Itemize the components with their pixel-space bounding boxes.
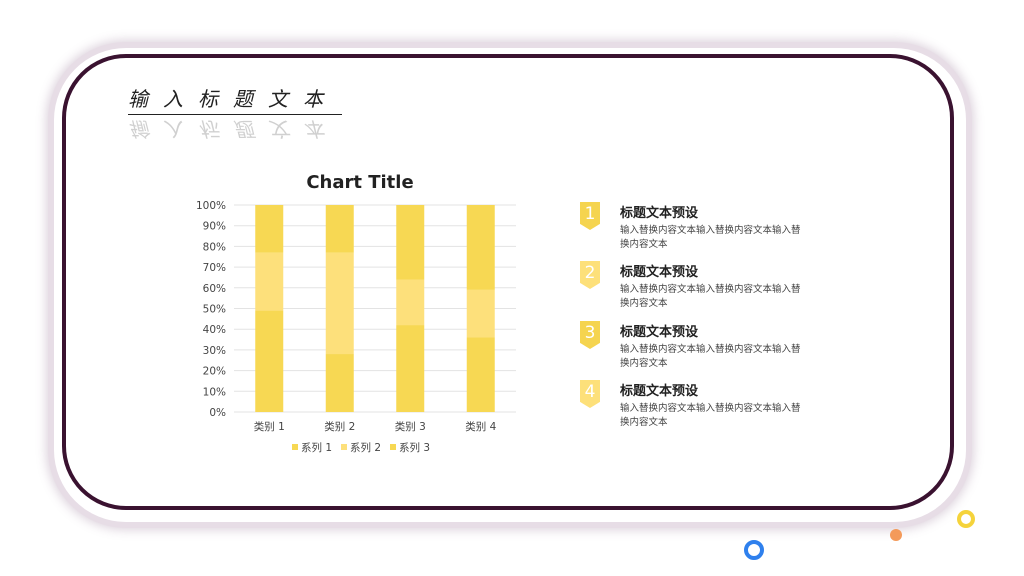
item-title: 标题文本预设 bbox=[620, 384, 699, 399]
bar-segment bbox=[325, 205, 354, 253]
bar-segment bbox=[396, 325, 425, 412]
bar-segment bbox=[325, 354, 354, 412]
y-tick-label: 100% bbox=[196, 200, 226, 212]
item-title: 标题文本预设 bbox=[620, 325, 699, 340]
y-tick-label: 40% bbox=[203, 324, 226, 336]
item-description: 输入替换内容文本输入替换内容文本输入替换内容文本 bbox=[620, 284, 801, 309]
y-tick-label: 50% bbox=[203, 304, 226, 316]
y-tick-label: 20% bbox=[203, 366, 226, 378]
item-title: 标题文本预设 bbox=[620, 206, 699, 221]
bar-segment bbox=[255, 310, 284, 412]
y-tick-label: 70% bbox=[203, 262, 226, 274]
legend-label: 系列 2 bbox=[350, 441, 381, 454]
x-tick-label: 类别 3 bbox=[395, 420, 426, 433]
chart-title: Chart Title bbox=[306, 172, 413, 193]
slide-title: 输入标题文本 bbox=[128, 87, 338, 111]
legend-swatch bbox=[390, 444, 396, 450]
y-tick-label: 60% bbox=[203, 283, 226, 295]
y-tick-label: 80% bbox=[203, 241, 226, 253]
x-tick-label: 类别 1 bbox=[254, 420, 285, 433]
item-title: 标题文本预设 bbox=[620, 265, 699, 280]
decor-dot-orange bbox=[890, 529, 902, 541]
bar-segment bbox=[466, 337, 495, 412]
title-underline bbox=[128, 114, 342, 115]
bar-segment bbox=[396, 279, 425, 326]
bar-segment bbox=[466, 205, 495, 290]
item-description: 输入替换内容文本输入替换内容文本输入替换内容文本 bbox=[620, 344, 801, 369]
bar-segment bbox=[396, 205, 425, 280]
bar-segment bbox=[255, 252, 284, 311]
bar-segment bbox=[325, 252, 354, 355]
y-tick-label: 30% bbox=[203, 345, 226, 357]
y-tick-label: 10% bbox=[203, 386, 226, 398]
y-tick-label: 0% bbox=[209, 407, 226, 419]
slide-title-group: 输入标题文本 输入标题文本 bbox=[128, 86, 342, 142]
stacked-bar-chart: Chart Title 0% 10% 20% 30% 40% 50% 60% 70% 80% 90%… bbox=[196, 172, 516, 454]
legend-label: 系列 3 bbox=[399, 441, 430, 454]
decor-circle-yellow bbox=[957, 510, 975, 528]
y-tick-label: 90% bbox=[203, 221, 226, 233]
item-description: 输入替换内容文本输入替换内容文本输入替换内容文本 bbox=[620, 403, 801, 428]
slide-title-reflection: 输入标题文本 bbox=[128, 117, 338, 141]
bar-segment bbox=[466, 289, 495, 338]
x-tick-label: 类别 4 bbox=[465, 420, 496, 433]
decor-circle-blue bbox=[744, 540, 764, 560]
legend-swatch bbox=[341, 444, 347, 450]
legend-label: 系列 1 bbox=[301, 441, 332, 454]
x-tick-label: 类别 2 bbox=[324, 420, 355, 433]
item-description: 输入替换内容文本输入替换内容文本输入替换内容文本 bbox=[620, 225, 801, 250]
bar-segment bbox=[255, 205, 284, 253]
legend-swatch bbox=[292, 444, 298, 450]
